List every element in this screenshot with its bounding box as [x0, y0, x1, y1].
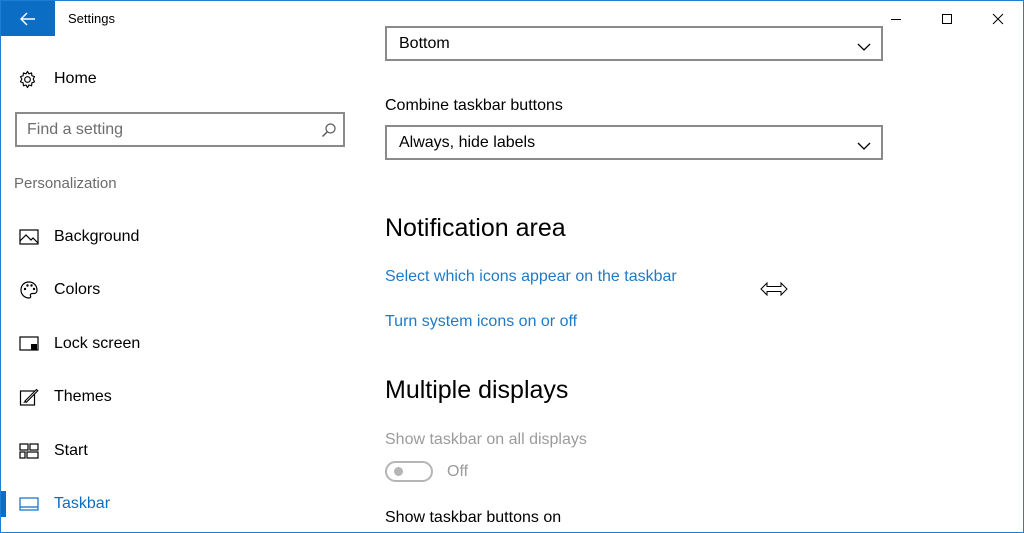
sidebar-item-label: Lock screen [54, 335, 141, 352]
sidebar-home[interactable]: Home [18, 68, 97, 90]
dropdown-value: Always, hide labels [399, 134, 536, 151]
combine-buttons-label: Combine taskbar buttons [385, 97, 563, 114]
multiple-displays-heading: Multiple displays [385, 376, 569, 404]
search-box[interactable] [15, 112, 345, 147]
sidebar-item-label: Background [54, 228, 140, 245]
taskbar-location-dropdown[interactable]: Bottom [385, 26, 883, 61]
sidebar-item-label: Themes [54, 388, 112, 405]
palette-icon [19, 280, 39, 300]
show-all-displays-label: Show taskbar on all displays [385, 431, 587, 448]
gear-icon [19, 70, 36, 88]
toggle-state-label: Off [447, 463, 469, 480]
back-arrow-icon [20, 11, 35, 26]
selected-indicator [1, 491, 6, 517]
chevron-down-icon [857, 39, 871, 57]
sidebar-section-label: Personalization [14, 175, 117, 192]
sidebar-item-colors[interactable]: Colors [1, 270, 359, 310]
main-content: Bottom Combine taskbar buttons Always, h… [385, 26, 1023, 532]
maximize-icon [942, 13, 952, 24]
resize-cursor-icon [760, 281, 788, 302]
toggle-knob [394, 467, 403, 476]
close-button[interactable] [972, 1, 1023, 36]
search-icon[interactable] [321, 122, 337, 143]
show-all-displays-toggle[interactable] [385, 461, 433, 482]
sidebar-item-themes[interactable]: Themes [1, 377, 359, 417]
chevron-down-icon [857, 138, 871, 156]
combine-buttons-dropdown[interactable]: Always, hide labels [385, 125, 883, 160]
sidebar: Home Personalization Background [1, 36, 359, 532]
select-icons-link[interactable]: Select which icons appear on the taskbar [385, 268, 677, 286]
sidebar-item-background[interactable]: Background [1, 217, 359, 257]
start-icon [19, 441, 39, 461]
settings-window: Settings Home Find a setting Personaliza… [0, 0, 1024, 533]
sidebar-home-label: Home [54, 70, 97, 87]
close-icon [992, 13, 1004, 24]
picture-icon [19, 227, 39, 247]
dropdown-value: Bottom [399, 35, 450, 52]
sidebar-item-label: Colors [54, 281, 101, 298]
sidebar-item-taskbar[interactable]: Taskbar [1, 484, 359, 524]
window-title: Settings [68, 11, 115, 26]
notification-area-heading: Notification area [385, 214, 566, 242]
maximize-button[interactable] [921, 1, 973, 36]
show-buttons-on-label: Show taskbar buttons on [385, 509, 562, 526]
themes-icon [19, 387, 39, 407]
back-button[interactable] [1, 1, 55, 36]
system-icons-link[interactable]: Turn system icons on or off [385, 313, 577, 331]
sidebar-item-lock-screen[interactable]: Lock screen [1, 324, 359, 364]
lock-screen-icon [19, 334, 39, 354]
sidebar-item-label: Start [54, 442, 88, 459]
minimize-icon [891, 18, 901, 20]
taskbar-icon [19, 494, 39, 514]
sidebar-item-label: Taskbar [54, 495, 111, 512]
sidebar-item-start[interactable]: Start [1, 431, 359, 471]
search-input[interactable] [27, 119, 307, 141]
